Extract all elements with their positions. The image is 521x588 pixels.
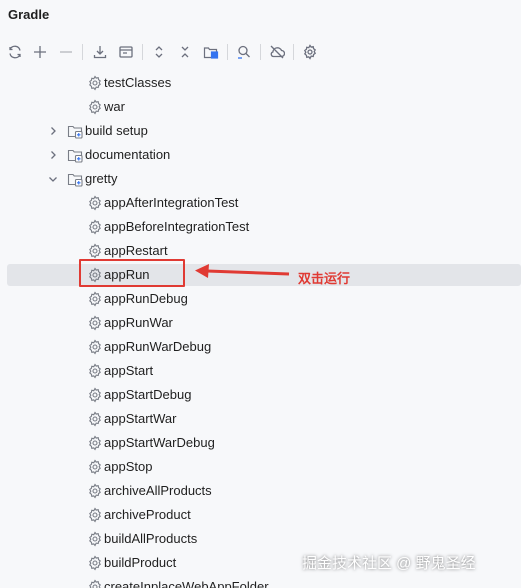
task-group-folder-icon bbox=[67, 147, 83, 163]
gradle-task-gear-icon bbox=[87, 291, 103, 307]
tree-item-label: appStartDebug bbox=[104, 387, 192, 402]
tree-item-label: createInplaceWebAppFolder bbox=[104, 579, 269, 588]
refresh-icon[interactable] bbox=[5, 42, 25, 62]
gradle-task-gear-icon bbox=[87, 483, 103, 499]
panel-title: Gradle bbox=[8, 7, 50, 22]
expand-all-icon[interactable] bbox=[149, 42, 169, 62]
chevron-right-icon[interactable] bbox=[48, 126, 58, 136]
tree-task-row[interactable]: appStart bbox=[0, 360, 521, 382]
execute-task-icon[interactable] bbox=[116, 42, 136, 62]
tree-task-row[interactable]: createInplaceWebAppFolder bbox=[0, 576, 521, 588]
tree-item-label: appStart bbox=[104, 363, 154, 378]
gradle-task-gear-icon bbox=[87, 411, 103, 427]
toolbar bbox=[0, 38, 521, 68]
collapse-all-icon[interactable] bbox=[175, 42, 195, 62]
tree-item-label: appRestart bbox=[104, 243, 168, 258]
tree-item-label: build setup bbox=[85, 123, 148, 138]
download-icon[interactable] bbox=[90, 42, 110, 62]
toolbar-separator bbox=[293, 44, 294, 60]
toolbar-separator bbox=[82, 44, 83, 60]
toolbar-separator bbox=[142, 44, 143, 60]
plus-icon[interactable] bbox=[30, 42, 50, 62]
tree-item-label: testClasses bbox=[104, 75, 172, 90]
tree-item-label: appStop bbox=[104, 459, 153, 474]
tree-task-row[interactable]: archiveAllProducts bbox=[0, 480, 521, 502]
offline-mode-icon[interactable] bbox=[267, 42, 287, 62]
gradle-task-gear-icon bbox=[87, 531, 103, 547]
annotation-arrow-icon bbox=[195, 264, 290, 278]
gradle-task-gear-icon bbox=[87, 507, 103, 523]
tree-task-row[interactable]: archiveProduct bbox=[0, 504, 521, 526]
gradle-task-gear-icon bbox=[87, 555, 103, 571]
tree-item-label: appRunWarDebug bbox=[104, 339, 212, 354]
settings-icon[interactable] bbox=[300, 42, 320, 62]
toolbar-separator bbox=[260, 44, 261, 60]
tree-item-label: gretty bbox=[85, 171, 118, 186]
gradle-task-gear-icon bbox=[87, 315, 103, 331]
tree-folder-row[interactable]: gretty bbox=[0, 168, 521, 190]
task-group-folder-icon bbox=[67, 171, 83, 187]
tree-item-label: war bbox=[104, 99, 125, 114]
watermark: 掘金技术社区 @ 野鬼圣经 bbox=[302, 555, 476, 572]
gradle-task-gear-icon bbox=[87, 459, 103, 475]
tree-item-label: archiveProduct bbox=[104, 507, 191, 522]
gradle-task-gear-icon bbox=[87, 99, 103, 115]
chevron-down-icon[interactable] bbox=[48, 174, 58, 184]
tree-item-label: buildProduct bbox=[104, 555, 177, 570]
tree-task-row[interactable]: testClasses bbox=[0, 72, 521, 94]
group-modules-icon[interactable] bbox=[201, 42, 221, 62]
tree-item-label: appRunWar bbox=[104, 315, 173, 330]
gradle-task-gear-icon bbox=[87, 363, 103, 379]
gradle-task-gear-icon bbox=[87, 579, 103, 588]
tree-item-label: appStartWar bbox=[104, 411, 177, 426]
tree-task-row[interactable]: appRunDebug bbox=[0, 288, 521, 310]
highlight-box bbox=[79, 259, 185, 287]
tree-task-row[interactable]: appRunWarDebug bbox=[0, 336, 521, 358]
analyze-dependencies-icon[interactable] bbox=[234, 42, 254, 62]
tree-task-row[interactable]: war bbox=[0, 96, 521, 118]
tree-item-label: appStartWarDebug bbox=[104, 435, 215, 450]
tree-item-label: buildAllProducts bbox=[104, 531, 198, 546]
gradle-task-gear-icon bbox=[87, 195, 103, 211]
tree-folder-row[interactable]: documentation bbox=[0, 144, 521, 166]
chevron-right-icon[interactable] bbox=[48, 150, 58, 160]
task-group-folder-icon bbox=[67, 123, 83, 139]
tree-folder-row[interactable]: build setup bbox=[0, 120, 521, 142]
tree-item-label: appBeforeIntegrationTest bbox=[104, 219, 250, 234]
tree-task-row[interactable]: appAfterIntegrationTest bbox=[0, 192, 521, 214]
gradle-tool-window: Gradle testClasses war build setup docum… bbox=[0, 0, 521, 588]
tree-task-row[interactable]: appStop bbox=[0, 456, 521, 478]
annotation-label: 双击运行 bbox=[298, 271, 351, 286]
tree-task-row[interactable]: appStartDebug bbox=[0, 384, 521, 406]
tree-task-row[interactable]: appRunWar bbox=[0, 312, 521, 334]
tree-task-row[interactable]: buildAllProducts bbox=[0, 528, 521, 550]
gradle-task-gear-icon bbox=[87, 219, 103, 235]
gradle-task-gear-icon bbox=[87, 75, 103, 91]
gradle-task-gear-icon bbox=[87, 435, 103, 451]
task-tree: testClasses war build setup documentation gr… bbox=[0, 72, 521, 588]
tree-task-row[interactable]: appBeforeIntegrationTest bbox=[0, 216, 521, 238]
gradle-task-gear-icon bbox=[87, 387, 103, 403]
gradle-task-gear-icon bbox=[87, 339, 103, 355]
minus-icon[interactable] bbox=[56, 42, 76, 62]
tree-task-row[interactable]: appStartWar bbox=[0, 408, 521, 430]
tree-task-row[interactable]: appStartWarDebug bbox=[0, 432, 521, 454]
tree-item-label: archiveAllProducts bbox=[104, 483, 212, 498]
gradle-task-gear-icon bbox=[87, 243, 103, 259]
tree-item-label: appAfterIntegrationTest bbox=[104, 195, 239, 210]
toolbar-separator bbox=[227, 44, 228, 60]
tree-item-label: documentation bbox=[85, 147, 171, 162]
tree-item-label: appRunDebug bbox=[104, 291, 188, 306]
